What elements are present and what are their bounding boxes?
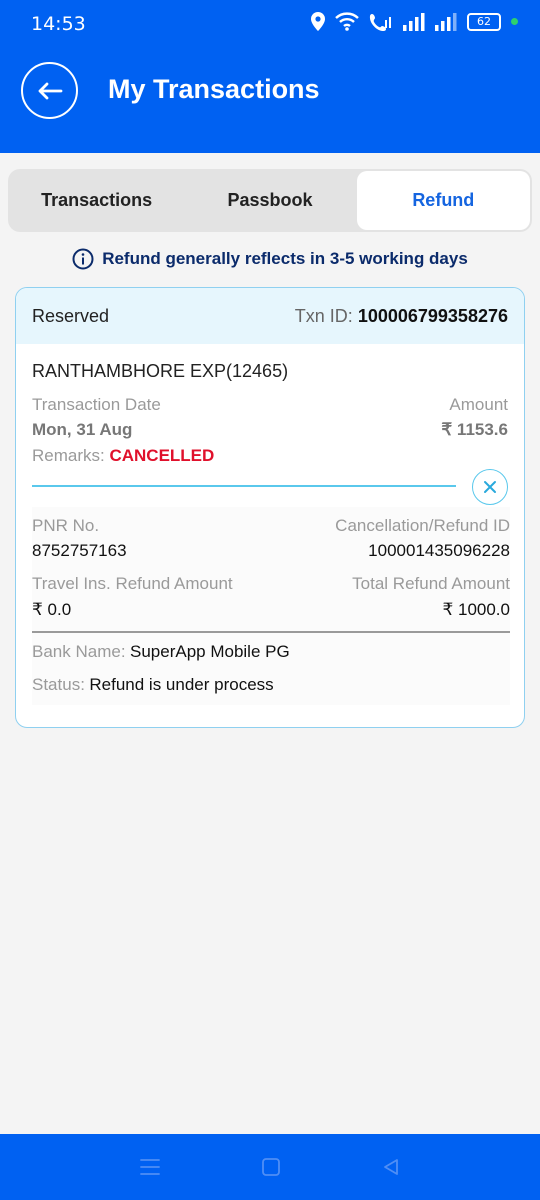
close-icon bbox=[484, 481, 496, 493]
system-nav-bar bbox=[0, 1134, 540, 1200]
refund-info: Refund generally reflects in 3-5 working… bbox=[0, 248, 540, 270]
tab-transactions[interactable]: Transactions bbox=[10, 171, 183, 230]
refund-id-value: 100001435096228 bbox=[368, 541, 510, 560]
home-icon[interactable] bbox=[261, 1157, 281, 1177]
bank-label: Bank Name: bbox=[32, 642, 126, 661]
app-bar: My Transactions bbox=[0, 48, 540, 153]
remarks-value: CANCELLED bbox=[109, 446, 215, 465]
refund-status-value: Refund is under process bbox=[89, 675, 274, 694]
train-name: RANTHAMBHORE EXP(12465) bbox=[32, 361, 289, 381]
bank-value: SuperApp Mobile PG bbox=[130, 642, 290, 661]
back-button[interactable] bbox=[21, 62, 78, 119]
status-bar: 14:53 62 bbox=[0, 0, 540, 48]
pnr-value: 8752757163 bbox=[32, 541, 127, 560]
back-nav-icon[interactable] bbox=[381, 1157, 401, 1177]
details-separator bbox=[32, 631, 510, 633]
privacy-dot bbox=[511, 18, 518, 25]
card-divider bbox=[32, 485, 456, 487]
signal-icon-1 bbox=[403, 12, 425, 31]
status-time: 14:53 bbox=[31, 13, 86, 35]
call-icon bbox=[369, 14, 391, 31]
battery-indicator: 62 bbox=[467, 12, 501, 31]
refund-details: PNR No. Cancellation/Refund ID 875275716… bbox=[32, 507, 510, 705]
status-row: Status: Refund is under process bbox=[32, 675, 274, 695]
travel-ins-label: Travel Ins. Refund Amount bbox=[32, 574, 233, 593]
booking-status: Reserved bbox=[32, 305, 110, 326]
segmented-tabs: Transactions Passbook Refund bbox=[8, 169, 532, 232]
collapse-button[interactable] bbox=[472, 469, 508, 505]
arrow-left-icon bbox=[38, 82, 62, 99]
bank-row: Bank Name: SuperApp Mobile PG bbox=[32, 642, 290, 662]
remarks-label: Remarks: bbox=[32, 446, 105, 465]
tab-refund[interactable]: Refund bbox=[356, 171, 530, 230]
transaction-date-label: Transaction Date bbox=[32, 395, 161, 414]
menu-icon[interactable] bbox=[139, 1157, 161, 1177]
refund-status-label: Status: bbox=[32, 675, 85, 694]
location-icon bbox=[311, 12, 325, 31]
txn-id: 100006799358276 bbox=[357, 305, 508, 326]
refund-card[interactable]: Reserved Txn ID: 100006799358276 RANTHAM… bbox=[15, 287, 525, 728]
txn-info: Txn ID: 100006799358276 bbox=[295, 306, 508, 327]
amount-value: ₹ 1153.6 bbox=[441, 420, 508, 439]
total-refund-label: Total Refund Amount bbox=[352, 574, 510, 593]
wifi-icon bbox=[335, 12, 359, 31]
transaction-date: Mon, 31 Aug bbox=[32, 420, 133, 439]
amount-label: Amount bbox=[449, 395, 508, 414]
tab-passbook[interactable]: Passbook bbox=[183, 171, 356, 230]
card-header: Reserved Txn ID: 100006799358276 bbox=[16, 288, 524, 344]
txn-id-label: Txn ID: bbox=[294, 305, 353, 326]
status-icons: 62 bbox=[311, 12, 518, 31]
travel-ins-value: ₹ 0.0 bbox=[32, 600, 72, 619]
pnr-label: PNR No. bbox=[32, 516, 100, 535]
signal-icon-2 bbox=[435, 12, 457, 31]
total-refund-value: ₹ 1000.0 bbox=[442, 600, 510, 619]
page-title: My Transactions bbox=[108, 74, 320, 104]
refund-id-label: Cancellation/Refund ID bbox=[335, 516, 510, 535]
info-text: Refund generally reflects in 3-5 working… bbox=[102, 249, 468, 268]
remarks: Remarks: CANCELLED bbox=[32, 446, 214, 466]
info-icon bbox=[72, 248, 94, 270]
